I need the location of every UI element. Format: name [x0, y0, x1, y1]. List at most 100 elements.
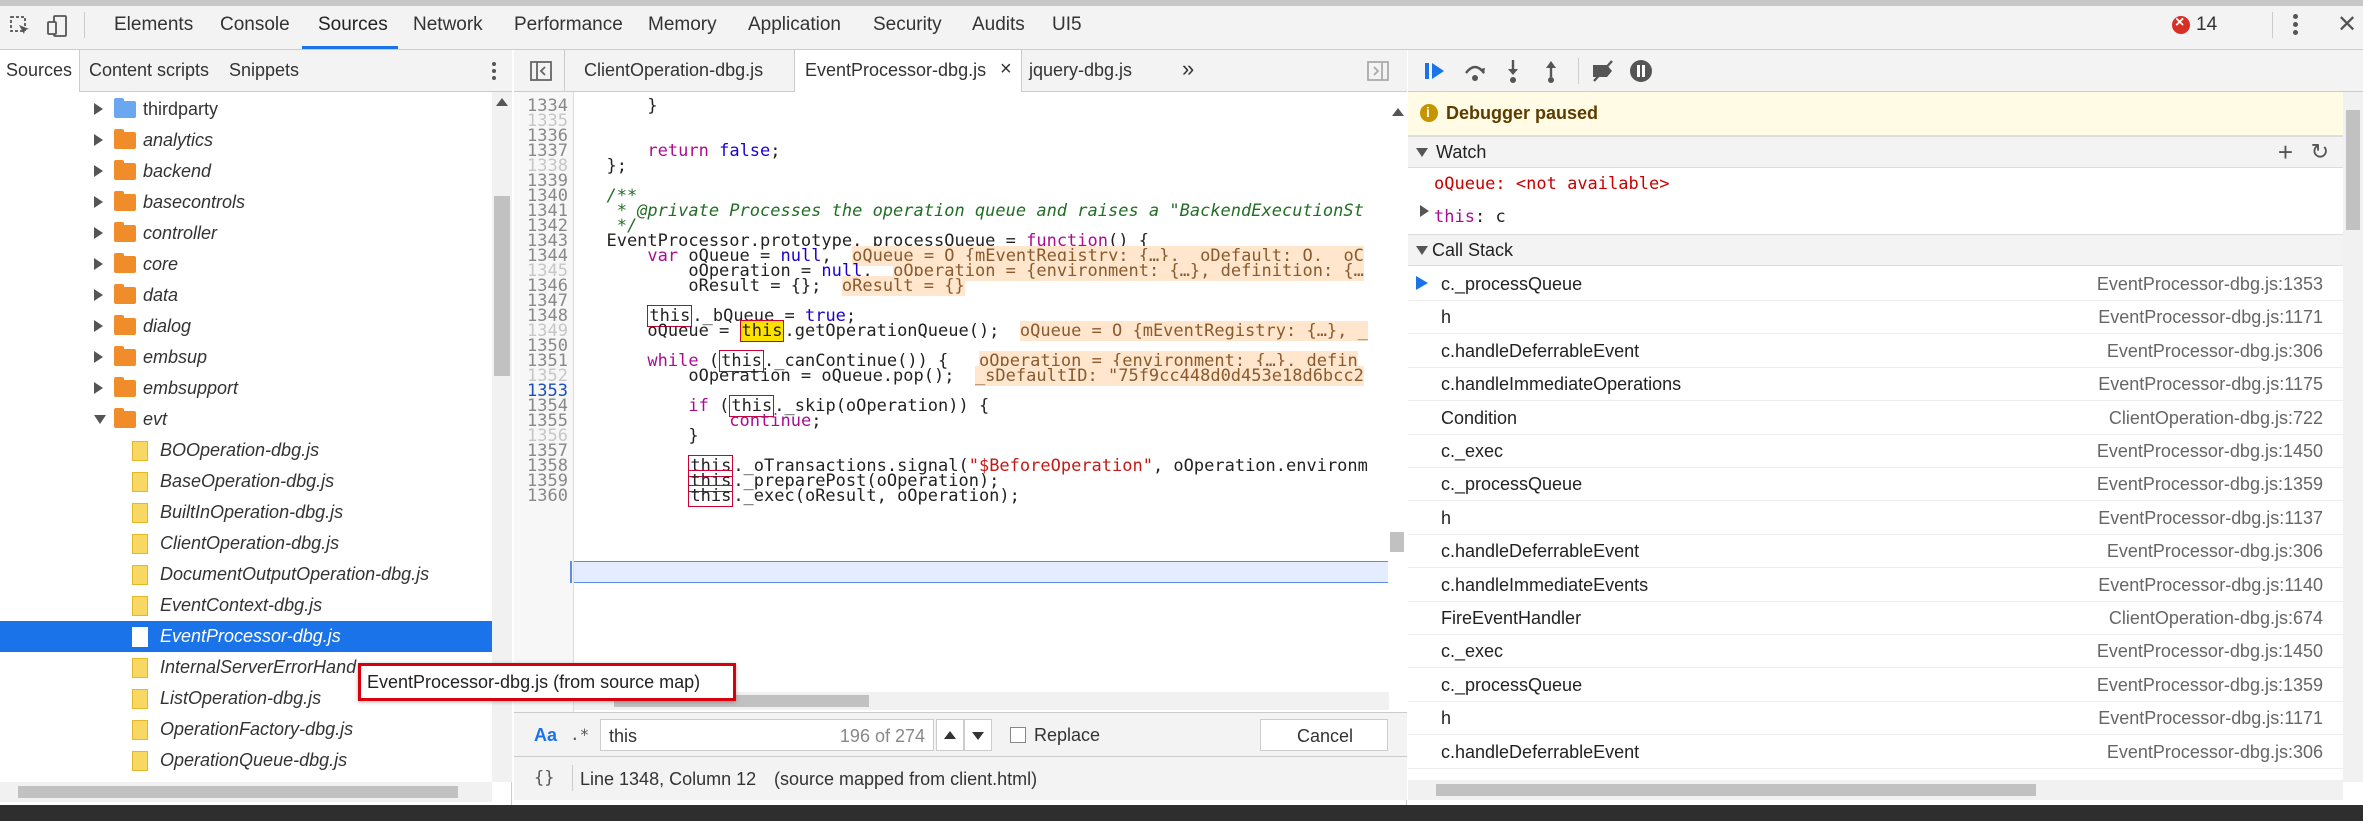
call-frame-location[interactable]: ClientOperation-dbg.js:722	[2109, 408, 2323, 429]
expand-icon[interactable]	[94, 289, 103, 301]
search-cancel-button[interactable]: Cancel	[1260, 719, 1388, 751]
call-frame[interactable]: FireEventHandler ClientOperation-dbg.js:6…	[1408, 602, 2343, 635]
call-frame[interactable]: c._processQueue EventProcessor-dbg.js:135…	[1408, 268, 2343, 301]
breakpoint-marker[interactable]	[570, 561, 572, 583]
tab-ui5[interactable]: UI5	[1052, 14, 1082, 36]
close-tab-icon[interactable]: ×	[1000, 58, 1012, 81]
editor-tab-jquery[interactable]: jquery-dbg.js	[1029, 60, 1132, 81]
watch-item[interactable]: oQueue: <not available>	[1434, 174, 1669, 194]
callstack-section-header[interactable]: Call Stack	[1408, 234, 2343, 266]
call-frame[interactable]: Condition ClientOperation-dbg.js:722	[1408, 402, 2343, 435]
expand-icon[interactable]	[94, 351, 103, 363]
tab-security[interactable]: Security	[873, 14, 942, 36]
step-over-icon[interactable]	[1462, 58, 1488, 84]
step-into-icon[interactable]	[1500, 58, 1526, 84]
tree-item[interactable]: EventContext-dbg.js	[0, 590, 492, 621]
tab-performance[interactable]: Performance	[514, 14, 623, 36]
call-frame-location[interactable]: EventProcessor-dbg.js:1175	[2098, 374, 2323, 395]
tree-item[interactable]: core	[0, 249, 492, 280]
tree-item[interactable]: DocumentOutputOperation-dbg.js	[0, 559, 492, 590]
call-frame[interactable]: c._exec EventProcessor-dbg.js:1450	[1408, 635, 2343, 669]
call-frame-location[interactable]: EventProcessor-dbg.js:306	[2107, 541, 2323, 562]
expand-icon[interactable]	[94, 134, 103, 146]
expand-icon[interactable]	[94, 227, 103, 239]
tree-item[interactable]: evt	[0, 404, 492, 435]
call-frame[interactable]: h EventProcessor-dbg.js:1137	[1408, 502, 2343, 535]
navigator-menu-icon[interactable]	[492, 62, 497, 82]
editor-tab-eventprocessor[interactable]: EventProcessor-dbg.js	[805, 60, 986, 81]
pause-on-exceptions-icon[interactable]	[1628, 58, 1654, 84]
navigator-vscroll-thumb[interactable]	[494, 196, 510, 376]
call-frame-location[interactable]: EventProcessor-dbg.js:1450	[2097, 441, 2323, 462]
navigator-hscroll-thumb[interactable]	[18, 786, 458, 798]
search-prev-button[interactable]	[936, 719, 964, 751]
regex-button[interactable]: .*	[570, 725, 589, 744]
tree-item[interactable]: dialog	[0, 311, 492, 342]
tree-item[interactable]: BuiltInOperation-dbg.js	[0, 497, 492, 528]
tree-item[interactable]: OperationFactory-dbg.js	[0, 714, 492, 745]
tree-item[interactable]: BOOperation-dbg.js	[0, 435, 492, 466]
tab-elements[interactable]: Elements	[114, 14, 193, 36]
tab-application[interactable]: Application	[748, 14, 841, 36]
search-next-button[interactable]	[964, 719, 992, 751]
tree-item[interactable]: basecontrols	[0, 187, 492, 218]
call-frame[interactable]: c.handleDeferrableEvent EventProcessor-db…	[1408, 736, 2343, 769]
call-frame-location[interactable]: ClientOperation-dbg.js:674	[2109, 608, 2323, 629]
nav-tab-sources[interactable]: Sources	[6, 60, 72, 81]
close-devtools-icon[interactable]: ✕	[2337, 10, 2357, 39]
debugger-hscroll-thumb[interactable]	[1436, 784, 2036, 796]
toggle-navigator-icon[interactable]	[530, 60, 552, 82]
tree-item[interactable]: embsupport	[0, 373, 492, 404]
tab-audits[interactable]: Audits	[972, 14, 1025, 36]
call-frame[interactable]: c.handleImmediateOperations EventProcesso…	[1408, 368, 2343, 402]
debugger-vscroll-thumb[interactable]	[2346, 110, 2360, 230]
replace-checkbox[interactable]	[1010, 727, 1026, 743]
tab-network[interactable]: Network	[413, 14, 483, 36]
call-frame-location[interactable]: EventProcessor-dbg.js:1450	[2097, 641, 2323, 662]
expand-icon[interactable]	[94, 196, 103, 208]
expand-icon[interactable]	[94, 103, 103, 115]
collapse-icon[interactable]	[94, 415, 106, 424]
tree-item[interactable]: data	[0, 280, 492, 311]
call-frame-location[interactable]: EventProcessor-dbg.js:1359	[2097, 675, 2323, 696]
expand-icon[interactable]	[94, 320, 103, 332]
tree-item[interactable]: controller	[0, 218, 492, 249]
code-content[interactable]: } return false; }; /** * @private Proces…	[586, 92, 1386, 692]
tree-item[interactable]: embsup	[0, 342, 492, 373]
call-frame[interactable]: c._exec EventProcessor-dbg.js:1450	[1408, 435, 2343, 468]
editor-tab-clientoperation[interactable]: ClientOperation-dbg.js	[584, 60, 763, 81]
call-frame-location[interactable]: EventProcessor-dbg.js:1140	[2098, 575, 2323, 596]
resume-icon[interactable]	[1422, 58, 1448, 84]
call-frame-location[interactable]: EventProcessor-dbg.js:1353	[2097, 274, 2323, 295]
expand-icon[interactable]	[94, 382, 103, 394]
line-gutter[interactable]: 1334 1335 1336 1337 1338 1339 1340 1341 1342 1343…	[514, 92, 574, 742]
tree-item[interactable]: analytics	[0, 125, 492, 156]
call-frame-location[interactable]: EventProcessor-dbg.js:1171	[2098, 708, 2323, 729]
tab-memory[interactable]: Memory	[648, 14, 717, 36]
tree-item[interactable]: backend	[0, 156, 492, 187]
call-frame-location[interactable]: EventProcessor-dbg.js:1171	[2098, 307, 2323, 328]
tree-item[interactable]: EventProcessor-dbg.js	[0, 621, 492, 652]
expand-icon[interactable]	[1420, 205, 1429, 217]
call-frame[interactable]: h EventProcessor-dbg.js:1171	[1408, 702, 2343, 736]
refresh-icon[interactable]: ↻	[2311, 139, 2329, 165]
expand-icon[interactable]	[94, 165, 103, 177]
call-frame[interactable]: h EventProcessor-dbg.js:1171	[1408, 301, 2343, 335]
scroll-up-icon[interactable]	[496, 98, 508, 106]
watch-item[interactable]: this: c	[1434, 207, 1506, 227]
more-tabs-icon[interactable]: »	[1182, 56, 1194, 82]
call-frame-location[interactable]: EventProcessor-dbg.js:1359	[2097, 474, 2323, 495]
editor-vscrollbar[interactable]	[1388, 92, 1407, 742]
call-frame[interactable]: c._processQueue EventProcessor-dbg.js:135…	[1408, 468, 2343, 502]
call-frame[interactable]: c.handleImmediateEvents EventProcessor-db…	[1408, 569, 2343, 602]
match-case-button[interactable]: Aa	[534, 725, 557, 746]
inspect-element-icon[interactable]	[8, 14, 32, 38]
tree-item[interactable]: thirdparty	[0, 94, 492, 125]
more-options-icon[interactable]	[2293, 14, 2299, 36]
call-frame-location[interactable]: EventProcessor-dbg.js:306	[2107, 341, 2323, 362]
nav-tab-content-scripts[interactable]: Content scripts	[89, 60, 209, 81]
deactivate-breakpoints-icon[interactable]	[1590, 58, 1616, 84]
watch-section-header[interactable]: Watch + ↻	[1408, 136, 2343, 168]
nav-tab-snippets[interactable]: Snippets	[229, 60, 299, 81]
expand-icon[interactable]	[94, 258, 103, 270]
